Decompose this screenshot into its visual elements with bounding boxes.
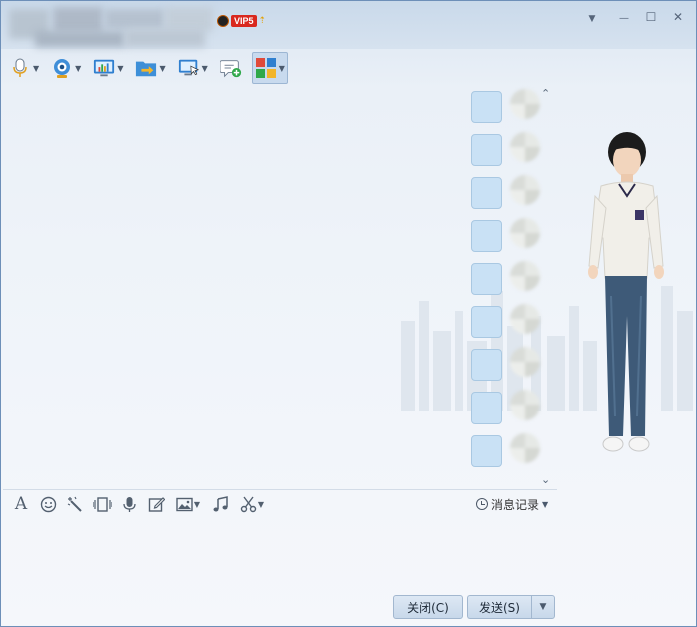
video-call-button[interactable]: ▼ bbox=[49, 53, 83, 83]
chevron-down-icon: ▼ bbox=[588, 14, 596, 24]
chat-add-icon bbox=[219, 57, 242, 79]
screen-share-chart-icon bbox=[93, 57, 115, 79]
send-options-button[interactable]: ▼ bbox=[531, 595, 555, 619]
create-discussion-button[interactable] bbox=[218, 53, 244, 83]
app-item[interactable] bbox=[471, 347, 551, 385]
remote-desktop-button[interactable]: ▼ bbox=[91, 53, 125, 83]
chat-window: VIP5 ⇡ ▼ — ☐ ✕ ▼ ▼ ▼ ▼ ▼ ▼ ⌃ ⌄ A ▼ ▼ 消息记… bbox=[0, 0, 697, 627]
send-button-label: 发送(S) bbox=[479, 600, 520, 615]
font-button[interactable]: A bbox=[11, 494, 31, 514]
app-tile-icon bbox=[471, 220, 502, 252]
chevron-down-icon[interactable]: ▼ bbox=[159, 64, 165, 73]
app-thumbnail bbox=[510, 132, 540, 162]
contact-avatar-name[interactable] bbox=[5, 5, 215, 49]
app-item[interactable] bbox=[471, 390, 551, 428]
microphone-icon bbox=[9, 57, 31, 79]
app-item[interactable] bbox=[471, 89, 551, 127]
app-thumbnail bbox=[510, 261, 540, 291]
app-thumbnail bbox=[510, 390, 540, 420]
input-toolbar: A ▼ ▼ bbox=[11, 494, 274, 514]
window-shake-button[interactable] bbox=[92, 494, 112, 514]
screenshot-shake-icon bbox=[92, 496, 112, 512]
app-thumbnail bbox=[510, 304, 540, 334]
send-button[interactable]: 发送(S) bbox=[467, 595, 531, 619]
chevron-down-icon[interactable]: ▼ bbox=[258, 500, 264, 509]
font-icon: A bbox=[14, 494, 28, 514]
chevron-down-icon[interactable]: ▼ bbox=[194, 500, 200, 509]
edit-note-icon bbox=[148, 496, 165, 512]
app-item[interactable] bbox=[471, 132, 551, 170]
chat-toolbar: ▼ ▼ ▼ ▼ ▼ ▼ bbox=[7, 52, 296, 84]
file-transfer-button[interactable]: ▼ bbox=[133, 53, 167, 83]
vip-badge[interactable]: VIP5 ⇡ bbox=[217, 14, 266, 28]
screenshot-button[interactable]: ▼ bbox=[237, 494, 267, 514]
message-history-button[interactable]: 消息记录 ▼ bbox=[476, 495, 548, 513]
chevron-down-icon[interactable]: ▼ bbox=[75, 64, 81, 73]
message-input[interactable] bbox=[3, 517, 557, 591]
voice-message-button[interactable] bbox=[119, 494, 139, 514]
apps-button[interactable]: ▼ bbox=[251, 52, 288, 84]
voice-call-button[interactable]: ▼ bbox=[7, 53, 41, 83]
app-item[interactable] bbox=[471, 304, 551, 342]
app-grid-icon bbox=[255, 57, 277, 79]
remote-assist-button[interactable]: ▼ bbox=[176, 53, 210, 83]
app-thumbnail bbox=[510, 89, 540, 119]
window-menu-button[interactable]: ▼ bbox=[583, 9, 601, 25]
close-button[interactable]: 关闭(C) bbox=[393, 595, 463, 619]
clock-icon bbox=[476, 498, 488, 510]
music-icon bbox=[213, 495, 228, 511]
webcam-icon bbox=[51, 57, 73, 79]
folder-transfer-icon bbox=[135, 57, 157, 79]
app-tile-icon bbox=[471, 177, 502, 209]
scissors-icon bbox=[240, 496, 257, 512]
message-history-label: 消息记录 bbox=[491, 497, 540, 512]
scroll-down-icon[interactable]: ⌄ bbox=[541, 473, 550, 486]
voice-message-icon bbox=[122, 496, 136, 512]
minimize-button[interactable]: — bbox=[615, 9, 633, 25]
chevron-down-icon[interactable]: ▼ bbox=[279, 64, 285, 73]
app-thumbnail bbox=[510, 433, 540, 463]
app-thumbnail bbox=[510, 218, 540, 248]
send-music-button[interactable] bbox=[210, 494, 230, 514]
chevron-down-icon: ▼ bbox=[542, 499, 549, 509]
maximize-button[interactable]: ☐ bbox=[642, 9, 660, 25]
close-window-button[interactable]: ✕ bbox=[669, 9, 687, 25]
send-image-button[interactable]: ▼ bbox=[173, 494, 203, 514]
input-separator bbox=[3, 489, 557, 490]
app-tile-icon bbox=[471, 306, 502, 338]
app-thumbnail bbox=[510, 347, 540, 377]
minimize-icon: — bbox=[619, 13, 629, 24]
app-tile-icon bbox=[471, 91, 502, 123]
magic-expression-button[interactable] bbox=[65, 494, 85, 514]
app-tile-icon bbox=[471, 435, 502, 467]
monitor-cursor-icon bbox=[178, 57, 200, 79]
app-item[interactable] bbox=[471, 218, 551, 256]
vip-level: VIP5 bbox=[231, 15, 257, 27]
app-item[interactable] bbox=[471, 433, 551, 471]
app-tile-icon bbox=[471, 349, 502, 381]
app-thumbnail bbox=[510, 175, 540, 205]
emoji-button[interactable] bbox=[38, 494, 58, 514]
app-item[interactable] bbox=[471, 175, 551, 213]
app-tile-icon bbox=[471, 263, 502, 295]
close-button-label: 关闭(C) bbox=[407, 600, 449, 615]
app-tile-icon bbox=[471, 392, 502, 424]
close-icon: ✕ bbox=[672, 10, 684, 24]
show-avatar-figure[interactable] bbox=[581, 126, 671, 466]
upgrade-arrow-icon: ⇡ bbox=[258, 16, 267, 26]
chevron-down-icon[interactable]: ▼ bbox=[117, 64, 123, 73]
edit-note-button[interactable] bbox=[146, 494, 166, 514]
chevron-down-icon[interactable]: ▼ bbox=[33, 64, 39, 73]
app-tile-icon bbox=[471, 134, 502, 166]
qq-penguin-icon bbox=[217, 15, 229, 27]
magic-wand-icon bbox=[67, 496, 82, 512]
message-history-area[interactable] bbox=[3, 87, 469, 485]
chevron-down-icon: ▼ bbox=[539, 602, 547, 612]
chevron-down-icon[interactable]: ▼ bbox=[202, 64, 208, 73]
app-item[interactable] bbox=[471, 261, 551, 299]
title-bar: VIP5 ⇡ ▼ — ☐ ✕ bbox=[1, 1, 696, 49]
image-icon bbox=[176, 497, 193, 511]
maximize-icon: ☐ bbox=[645, 10, 657, 24]
emoji-icon bbox=[40, 496, 56, 512]
